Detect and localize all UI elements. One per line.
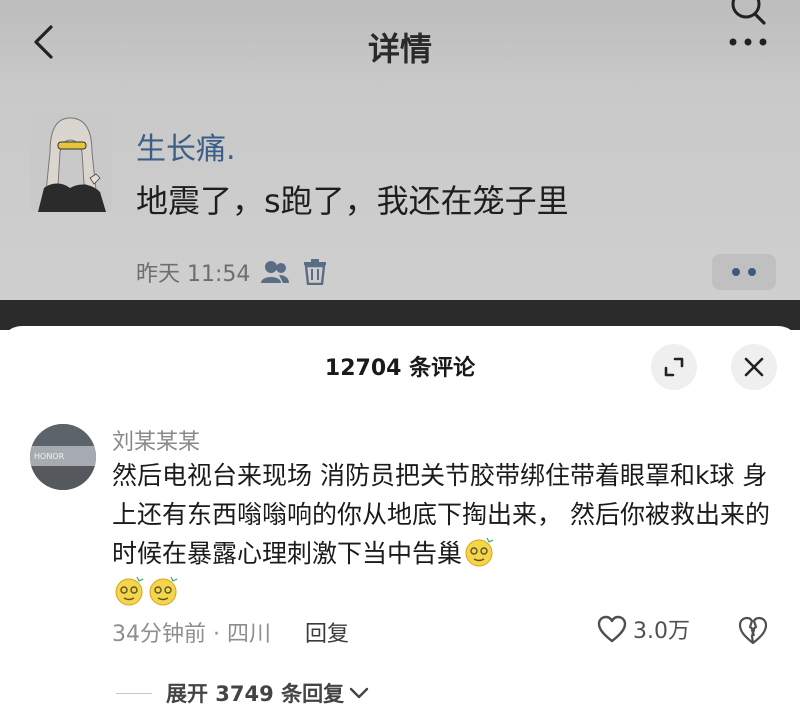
comment-body: 然后电视台来现场 消防员把关节胶带绑住带着眼罩和k球 身上还有东西嗡嗡响的你从地… [112, 461, 770, 568]
heart-icon [597, 615, 627, 643]
search-button[interactable] [722, 0, 772, 30]
trash-icon[interactable] [300, 257, 330, 287]
detail-page: 详情 生长痛. 地震了，s跑了，我还在笼子里 昨天 11:54 [0, 0, 800, 300]
person-visibility-icon[interactable] [260, 257, 290, 287]
close-icon [744, 357, 764, 377]
expand-replies-label: 展开 3749 条回复 [166, 682, 345, 706]
dizzy-face-emoji [463, 536, 495, 568]
comment-text: 然后电视台来现场 消防员把关节胶带绑住带着眼罩和k球 身上还有东西嗡嗡响的你从地… [112, 456, 772, 612]
comments-sheet: 12704 条评论 HONOR 刘某某某 然后电视台来现场 消防员把关节胶带绑住… [0, 326, 800, 716]
avatar-illustration [30, 112, 112, 212]
reply-button[interactable]: 回复 [305, 616, 349, 648]
more-dots-icon [729, 38, 767, 46]
post-time: 昨天 11:54 [136, 262, 251, 287]
divider [116, 692, 152, 694]
dislike-button[interactable] [737, 614, 769, 646]
comment-avatar[interactable]: HONOR [30, 424, 96, 490]
dizzy-face-emoji [113, 575, 145, 607]
post-avatar[interactable] [30, 112, 112, 212]
chevron-down-icon [349, 687, 369, 699]
like-count: 3.0万 [633, 619, 690, 644]
search-icon [731, 0, 766, 25]
post-more-button[interactable] [712, 254, 776, 290]
dizzy-face-emoji [147, 575, 179, 607]
comment-meta: 34分钟前 · 四川 回复 [112, 616, 349, 648]
page-title: 详情 [367, 30, 432, 68]
expand-button[interactable] [651, 344, 697, 390]
svg-text:HONOR: HONOR [34, 452, 65, 461]
dot [748, 268, 756, 276]
post-meta: 昨天 11:54 [136, 256, 330, 288]
avatar-photo: HONOR [30, 424, 96, 490]
more-button[interactable] [720, 34, 776, 54]
dot [732, 268, 740, 276]
expand-replies-button[interactable]: 展开 3749 条回复 [116, 678, 370, 708]
expand-icon [664, 357, 684, 377]
post-username[interactable]: 生长痛. [136, 124, 236, 168]
close-button[interactable] [731, 344, 777, 390]
post-text: 地震了，s跑了，我还在笼子里 [136, 182, 569, 220]
broken-heart-icon [738, 616, 768, 645]
like-button[interactable]: 3.0万 [597, 613, 690, 645]
comment-time-location: 34分钟前 · 四川 [112, 622, 271, 647]
comment-username[interactable]: 刘某某某 [112, 424, 200, 456]
